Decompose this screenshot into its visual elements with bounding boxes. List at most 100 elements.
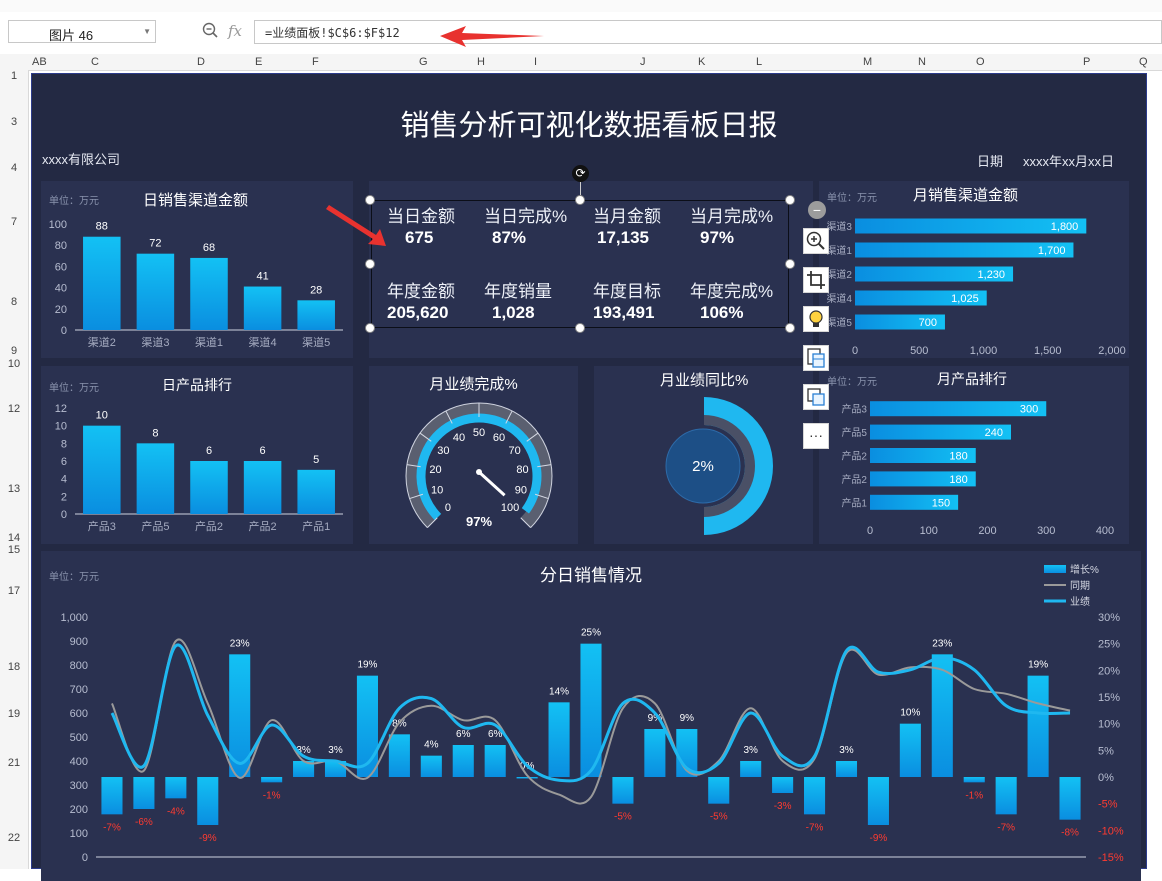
zoom-out-icon[interactable] [202,22,218,38]
resize-handle[interactable] [575,195,585,205]
column-label[interactable]: L [756,56,762,68]
dashboard-image[interactable]: 销售分析可视化数据看板日报 xxxx有限公司 日期 xxxx年xx月xx日 单位… [31,73,1147,881]
growth-label: -7% [997,822,1015,833]
row-label[interactable]: 22 [0,832,28,844]
smart-tool[interactable] [803,306,829,332]
column-label[interactable]: E [255,56,262,68]
column-label[interactable]: F [312,56,319,68]
row-label[interactable]: 15 [0,544,28,556]
name-box[interactable]: 图片 46 ▼ [8,20,156,43]
row-label[interactable]: 7 [0,216,28,228]
growth-bar [484,745,506,777]
dashboard-title: 销售分析可视化数据看板日报 [400,110,778,142]
resize-handle[interactable] [365,259,375,269]
column-label[interactable]: M [863,56,872,68]
category-label: 渠道4 [826,292,852,305]
more-icon[interactable]: ··· [803,423,829,449]
row-label[interactable]: 10 [0,358,28,370]
growth-label: 23% [932,638,952,649]
column-label[interactable]: N [918,56,926,68]
growth-label: -5% [710,812,728,823]
panel-daily-channel: 单位：万元 日销售渠道金额 0 20 40 60 80 100 88 渠道2 72 渠道3 68 渠道… [41,181,353,358]
data-label: 1,025 [951,293,979,305]
gauge-needle [477,470,506,497]
growth-bar [804,777,826,815]
row-label[interactable]: 18 [0,661,28,673]
crop-icon [807,271,825,289]
data-label: 72 [149,238,161,250]
gauge-tick-label: 90 [515,485,527,497]
growth-label: -4% [167,806,185,817]
growth-bar [420,755,442,777]
row-label[interactable]: 13 [0,483,28,495]
data-label: 1,800 [1051,221,1079,233]
zoom-in-icon [806,231,825,250]
chevron-down-icon[interactable]: ▼ [143,27,151,36]
row-label[interactable]: 21 [0,757,28,769]
growth-label: 9% [680,713,695,724]
row-label[interactable]: 8 [0,296,28,308]
image-to-table-tool[interactable] [803,345,829,371]
right-axis-label: 0% [1098,772,1114,784]
gauge-tick-label: 30 [437,445,449,457]
growth-label: 19% [357,660,377,671]
gauge-tick-label: 40 [453,432,465,444]
right-axis-label: 10% [1098,719,1120,731]
column-label[interactable]: AB [32,56,47,68]
formula-input[interactable]: =业绩面板!$C$6:$F$12 [254,20,1162,44]
column-label[interactable]: G [419,56,428,68]
row-label[interactable]: 19 [0,708,28,720]
column-label[interactable]: O [976,56,985,68]
bar [297,469,335,514]
fx-icon[interactable]: fx [228,22,242,40]
growth-bar [452,745,474,777]
zoom-in-tool[interactable] [803,228,829,254]
column-label[interactable]: C [91,56,99,68]
x-tick-label: 1,500 [1034,345,1062,357]
growth-bar [101,777,123,815]
right-axis-label: -10% [1098,825,1124,837]
row-label[interactable]: 14 [0,532,28,544]
resize-handle[interactable] [365,323,375,333]
rotate-icon[interactable]: ⟳ [572,165,589,182]
growth-label: 3% [743,745,758,756]
column-label[interactable]: I [534,56,537,68]
date-label: 日期 [977,154,1004,169]
resize-handle[interactable] [785,259,795,269]
row-label[interactable]: 1 [0,70,28,82]
minus-icon[interactable]: − [808,201,826,219]
column-label[interactable]: Q [1139,56,1148,68]
bar [243,461,282,514]
row-label[interactable]: 17 [0,585,28,597]
right-axis-label: -15% [1098,852,1124,864]
row-label[interactable]: 3 [0,116,28,128]
row-label[interactable]: 4 [0,162,28,174]
column-label[interactable]: J [640,56,646,68]
resize-handle[interactable] [785,323,795,333]
crop-tool[interactable] [803,267,829,293]
daily-channel-chart: 0 20 40 60 80 100 88 渠道2 72 渠道3 68 渠道1 41 渠道4 28 渠道5 [49,219,343,349]
column-label[interactable]: K [698,56,705,68]
category-label: 渠道3 [141,335,169,349]
column-label[interactable]: P [1083,56,1090,68]
right-axis-label: 15% [1098,692,1120,704]
image-convert-tool[interactable] [803,384,829,410]
column-label[interactable]: D [197,56,205,68]
category-label: 产品5 [141,519,169,533]
column-label[interactable]: H [477,56,485,68]
data-label: 8 [152,427,158,439]
left-axis-label: 100 [70,828,88,840]
row-label[interactable]: 9 [0,345,28,357]
category-label: 产品3 [841,403,867,416]
red-arrow-annotation [326,205,386,246]
data-label: 6 [260,445,266,457]
kpi-label: 年度目标 [593,282,661,301]
growth-label: -5% [614,812,632,823]
panel-kpi: 当日金额 675 当日完成% 87% 当月金额 17,135 当月完成% 97% 年度金额 205… [369,181,813,358]
resize-handle[interactable] [785,195,795,205]
kpi-value: 1,028 [492,303,535,322]
kpi-label: 当日金额 [387,207,455,226]
row-label[interactable]: 12 [0,403,28,415]
bar [136,253,175,330]
resize-handle[interactable] [575,323,585,333]
